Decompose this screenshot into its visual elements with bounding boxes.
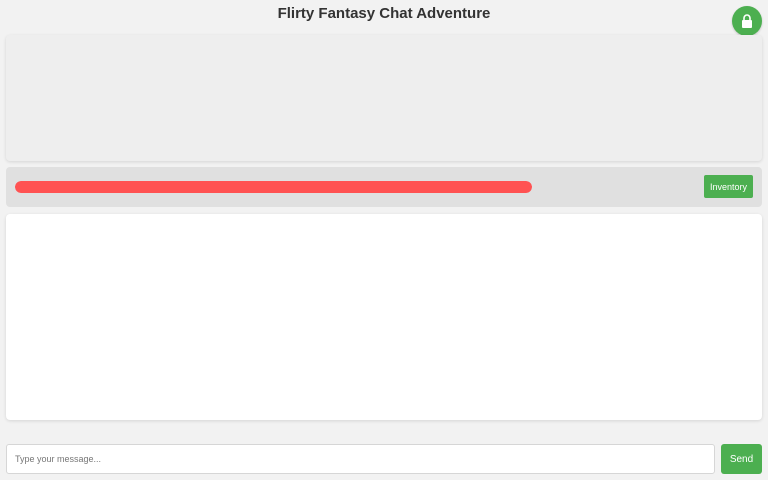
menu-button[interactable] bbox=[732, 6, 762, 36]
health-bar-fill bbox=[15, 181, 532, 193]
send-button[interactable]: Send bbox=[721, 444, 762, 474]
lock-icon bbox=[741, 14, 753, 28]
scene-panel bbox=[6, 35, 762, 161]
message-composer: Send bbox=[6, 444, 762, 474]
message-input[interactable] bbox=[6, 444, 715, 474]
chat-log[interactable] bbox=[6, 214, 762, 420]
status-bar: Inventory bbox=[6, 167, 762, 207]
page-title: Flirty Fantasy Chat Adventure bbox=[277, 5, 491, 22]
health-bar bbox=[15, 181, 532, 193]
inventory-button[interactable]: Inventory bbox=[703, 175, 753, 198]
app-page: Flirty Fantasy Chat Adventure Inventory … bbox=[0, 0, 768, 480]
